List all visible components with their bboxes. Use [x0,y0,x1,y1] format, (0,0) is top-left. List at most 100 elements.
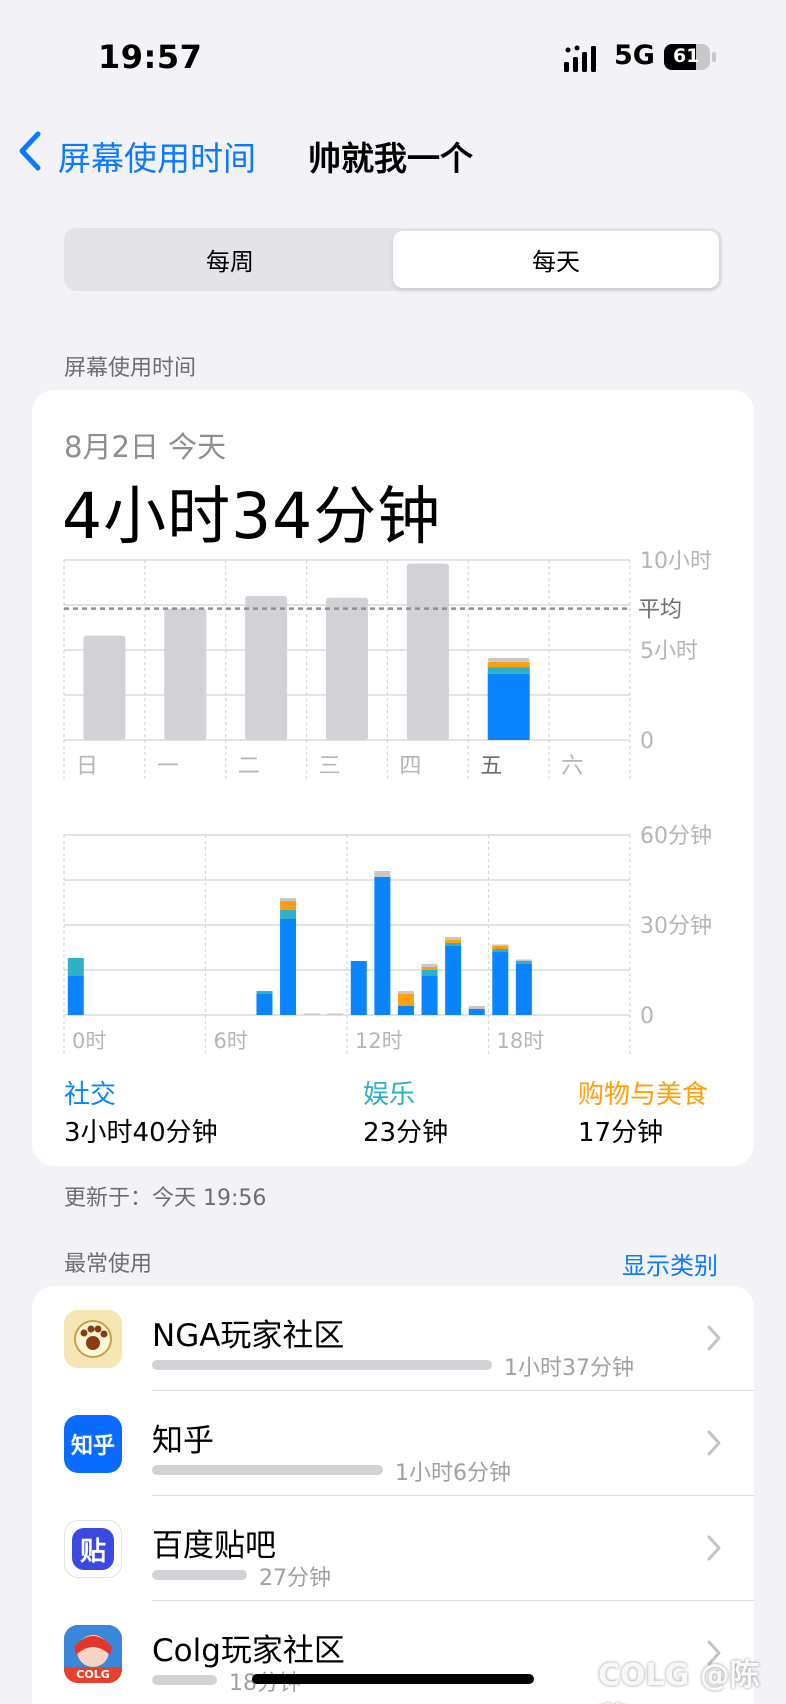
average-label: 平均 [638,598,682,623]
hour-bar-segment [515,961,532,964]
back-chevron-icon[interactable] [16,130,46,172]
watermark: COLG @陈蔚 [598,1658,760,1704]
app-name: NGA玩家社区 [152,1318,345,1354]
y-tick-label: 0 [640,729,654,754]
hour-bar-segment [397,1006,414,1015]
app-name: Colg玩家社区 [152,1633,345,1669]
tab-weekly[interactable]: 每周 [67,231,393,288]
hour-bar-segment [350,961,367,1015]
hour-bar-segment [280,901,297,910]
category-social-value: 3小时40分钟 [64,1118,218,1148]
colg-icon-text: COLG [76,1668,110,1681]
hour-bar-segment [280,910,297,919]
bar-segment [487,667,530,674]
category-social-name: 社交 [64,1080,117,1110]
network-type: 5G [614,40,655,71]
usage-bar [152,1360,492,1370]
bar [326,597,368,740]
most-used-list: NGA玩家社区 1小时37分钟 知乎 知乎 1小时6分钟 贴 百度贴吧 27分钟 [32,1286,754,1704]
hour-bar-segment [492,949,509,952]
x-tick-label: 四 [399,754,421,779]
hour-bar-segment [256,991,273,994]
screen-time-header: 屏幕使用时间 [64,356,197,381]
tab-daily[interactable]: 每天 [393,231,719,288]
x-tick-label: 三 [319,754,341,779]
tieba-icon-text: 贴 [79,1536,106,1567]
y-tick-label: 10小时 [640,550,712,574]
hour-bar-segment [280,898,297,901]
updated-time: 更新于：今天 19:56 [64,1186,267,1211]
app-time: 27分钟 [259,1566,331,1591]
category-entertainment-value: 23分钟 [363,1118,449,1148]
bar [245,596,288,740]
status-time: 19:57 [98,38,203,76]
hour-bar-segment [303,1013,320,1015]
usage-bar [152,1465,383,1475]
app-time: 1小时37分钟 [504,1356,634,1381]
date-label: 8月2日 今天 [64,430,227,464]
x-tick-label: 五 [480,754,502,779]
y-tick-label: 5小时 [640,639,698,664]
home-indicator[interactable] [252,1674,534,1684]
show-categories-button[interactable]: 显示类别 [622,1246,718,1281]
hour-bar-segment [468,1006,485,1009]
zhihu-icon: 知乎 [64,1415,122,1473]
zhihu-icon-text: 知乎 [70,1434,115,1459]
category-shopping-value: 17分钟 [578,1118,664,1148]
hourly-usage-chart: 0时 6时 12时 18时 60分钟 30分钟 0 [63,824,712,1055]
hour-bar-segment [445,946,462,1015]
x-tick-label: 日 [76,754,98,779]
y-tick-label: 0 [640,1004,654,1029]
hour-bar-segment [445,940,462,943]
hour-bar-segment [397,994,414,1006]
category-entertainment-name: 娱乐 [363,1080,416,1110]
bar [164,608,207,740]
app-name: 百度贴吧 [152,1528,276,1564]
total-time: 4小时34分钟 [62,480,442,553]
colg-icon: COLG [64,1625,122,1683]
hour-bar-segment [67,976,84,1015]
app-row-zhihu[interactable]: 知乎 知乎 1小时6分钟 [32,1391,754,1496]
hour-bar-segment [374,871,391,877]
app-time: 1小时6分钟 [395,1461,511,1486]
most-used-header: 最常使用 [64,1252,153,1277]
usage-bar [152,1675,217,1685]
x-tick-label: 二 [238,754,260,779]
hour-bar-segment [515,964,532,1015]
hour-bar-segment [421,970,438,976]
bar-segment [487,662,530,668]
hour-bar-segment [515,959,532,961]
hour-bar-segment [468,1009,485,1015]
x-tick-label: 6时 [214,1029,248,1053]
battery-icon: 61 [664,44,716,70]
x-tick-label: 0时 [72,1029,106,1053]
signal-icon [564,45,596,72]
page-title: 帅就我一个 [308,139,473,178]
x-tick-label: 一 [157,754,179,779]
hour-bar-segment [67,958,84,976]
chevron-right-icon [707,1535,721,1561]
chevron-right-icon [707,1430,721,1456]
bar [406,563,449,740]
x-tick-label: 六 [561,754,583,779]
hour-bar-segment [492,946,509,949]
period-segmented-control: 每周 每天 [64,228,722,291]
tieba-icon: 贴 [64,1520,122,1578]
bar [83,635,126,740]
app-row-nga[interactable]: NGA玩家社区 1小时37分钟 [32,1286,754,1391]
battery-level: 61 [673,45,700,67]
hour-bar-segment [256,994,273,1015]
hour-bar-segment [445,937,462,940]
usage-bar [152,1570,247,1580]
app-row-tieba[interactable]: 贴 百度贴吧 27分钟 [32,1496,754,1601]
bar-segment [487,673,530,740]
hour-bar-segment [280,919,297,1015]
hour-bar-segment [421,964,438,967]
hour-bar-segment [397,991,414,994]
hour-bar-segment [327,1013,344,1015]
x-tick-label: 18时 [497,1029,545,1053]
hour-bar-segment [492,944,509,946]
back-button[interactable]: 屏幕使用时间 [58,132,256,180]
y-tick-label: 30分钟 [640,914,712,939]
category-shopping-name: 购物与美食 [578,1080,709,1110]
